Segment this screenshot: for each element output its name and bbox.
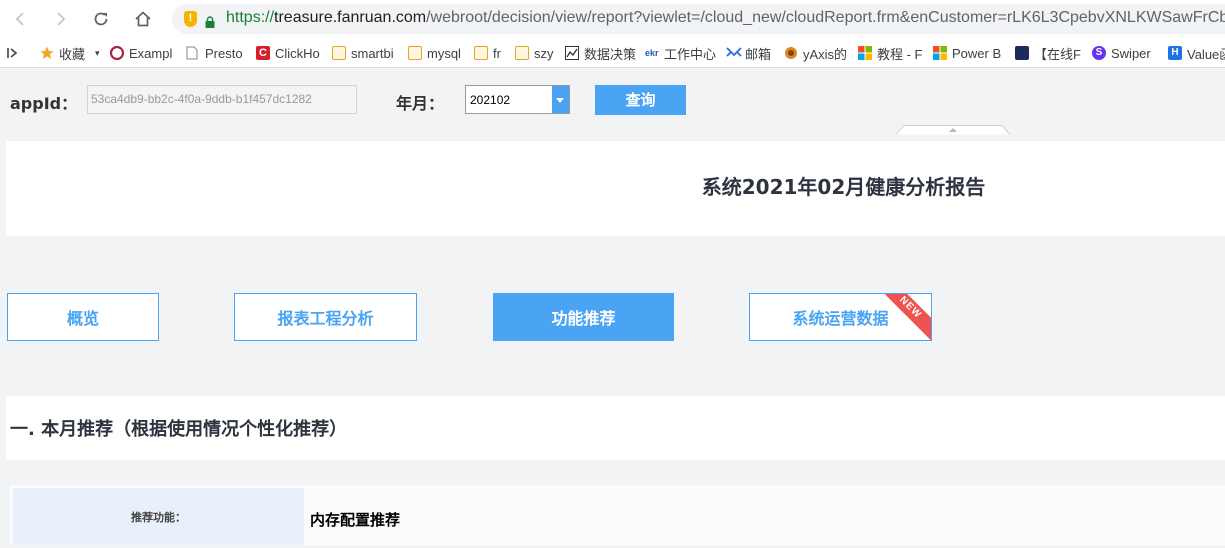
site-icon: ekr	[645, 48, 659, 58]
forward-icon[interactable]	[48, 6, 74, 32]
bookmark-folder[interactable]: smartbi	[332, 44, 394, 62]
tab-overview[interactable]: 概览	[7, 293, 159, 341]
windows-icon	[933, 46, 947, 60]
bookmark-folder[interactable]: fr	[474, 44, 501, 62]
year-month-label: 年月：	[396, 94, 445, 113]
appid-label: appId：	[10, 94, 78, 113]
windows-icon	[858, 46, 872, 60]
tab-label: 系统运营数据	[792, 309, 889, 328]
bookmark-item[interactable]: Presto	[186, 44, 243, 62]
recommendation-value: 内存配置推荐	[310, 511, 401, 529]
section-header: 一. 本月推荐（根据使用情况个性化推荐）	[6, 396, 1225, 460]
year-month-value: 202102	[470, 93, 511, 107]
collapse-toggle-icon[interactable]	[895, 120, 1011, 135]
bookmarks-bar: 收藏 ▾ Exampl Presto C ClickHo smartbi mys…	[0, 38, 1225, 68]
back-icon[interactable]	[7, 6, 33, 32]
browser-toolbar: ! https://treasure.fanruan.com/webroot/d…	[0, 0, 1225, 38]
bookmark-item[interactable]: 教程 - F	[858, 44, 923, 62]
site-icon	[109, 45, 125, 61]
bookmark-item[interactable]: C ClickHo	[256, 44, 320, 62]
site-icon: C	[256, 46, 270, 60]
chevron-down-icon: ▾	[95, 47, 100, 58]
query-button[interactable]: 查询	[595, 85, 686, 115]
site-icon	[1015, 46, 1029, 60]
recommendation-label: 推荐功能：	[131, 511, 186, 524]
appid-input[interactable]: 53ca4db9-bb2c-4f0a-9ddb-b1f457dc1282	[87, 85, 357, 114]
folder-icon	[474, 46, 488, 60]
folder-icon	[515, 46, 529, 60]
reload-icon[interactable]	[88, 6, 114, 32]
site-icon: H	[1168, 46, 1182, 60]
bookmark-item[interactable]: Power B	[933, 44, 1001, 62]
page-icon	[186, 46, 200, 60]
chart-icon	[565, 46, 579, 60]
bookmarks-toggle-icon[interactable]	[6, 44, 20, 62]
tab-system-operation-data[interactable]: 系统运营数据 NEW	[749, 293, 932, 341]
lock-icon	[205, 13, 215, 28]
bookmark-item[interactable]: ekr 工作中心	[645, 44, 716, 62]
bookmark-item[interactable]: yAxis的	[784, 44, 847, 62]
security-shield-icon[interactable]: !	[184, 11, 197, 27]
bookmark-item[interactable]: H Value函	[1168, 44, 1225, 62]
bookmark-item[interactable]: S Swiper	[1092, 44, 1151, 62]
folder-icon	[332, 46, 346, 60]
bookmark-folder[interactable]: szy	[515, 44, 554, 62]
star-icon	[40, 46, 54, 60]
bookmark-item[interactable]: 邮箱	[726, 44, 771, 62]
folder-icon	[408, 46, 422, 60]
tab-feature-recommendation[interactable]: 功能推荐	[493, 293, 674, 341]
bookmark-item[interactable]: 【在线F	[1015, 44, 1081, 62]
dropdown-arrow-icon[interactable]	[552, 86, 569, 113]
bookmark-favorites[interactable]: 收藏 ▾	[40, 44, 100, 62]
bookmark-item[interactable]: 数据决策	[565, 44, 636, 62]
address-bar[interactable]: ! https://treasure.fanruan.com/webroot/d…	[172, 4, 1225, 34]
bookmark-item[interactable]: Exampl	[109, 44, 172, 62]
site-icon	[784, 46, 798, 60]
home-icon[interactable]	[130, 6, 156, 32]
mail-icon	[726, 46, 742, 60]
section-title: 一. 本月推荐（根据使用情况个性化推荐）	[10, 419, 348, 440]
url-text: https://treasure.fanruan.com/webroot/dec…	[226, 9, 1225, 26]
bookmark-folder[interactable]: mysql	[408, 44, 461, 62]
swiper-icon: S	[1092, 46, 1106, 60]
report-header: 系统2021年02月健康分析报告	[6, 141, 1225, 236]
recommendation-row: 推荐功能： 内存配置推荐	[10, 485, 1225, 545]
report-title: 系统2021年02月健康分析报告	[701, 175, 986, 199]
recommendation-label-cell: 推荐功能：	[13, 488, 304, 545]
year-month-select[interactable]: 202102	[465, 85, 570, 114]
tab-report-project-analysis[interactable]: 报表工程分析	[234, 293, 417, 341]
